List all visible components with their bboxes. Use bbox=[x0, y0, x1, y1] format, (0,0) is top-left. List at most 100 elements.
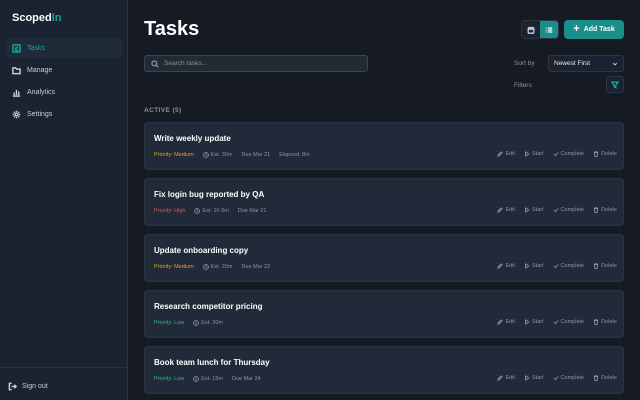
edit-label: Edit bbox=[505, 151, 515, 157]
play-icon bbox=[524, 375, 530, 381]
sidebar-item-analytics[interactable]: Analytics bbox=[6, 82, 122, 102]
delete-label: Delete bbox=[601, 151, 617, 157]
start-label: Start bbox=[531, 319, 544, 325]
task-card[interactable]: Write weekly update Priority: Medium Est… bbox=[144, 122, 624, 170]
edit-button[interactable]: Edit bbox=[497, 319, 515, 325]
task-card[interactable]: Research competitor pricing Priority: Lo… bbox=[144, 290, 624, 338]
complete-label: Complete bbox=[560, 263, 585, 269]
start-label: Start bbox=[531, 207, 544, 213]
start-button[interactable]: Start bbox=[524, 375, 544, 381]
folder-icon bbox=[12, 66, 21, 74]
check-icon bbox=[553, 208, 558, 213]
start-label: Start bbox=[531, 263, 544, 269]
trash-icon bbox=[593, 263, 599, 269]
complete-button[interactable]: Complete bbox=[553, 263, 585, 269]
task-due: Due Mar 22 bbox=[241, 264, 271, 270]
sidebar-item-label: Tasks bbox=[27, 44, 45, 52]
search-box bbox=[144, 55, 368, 72]
search-icon bbox=[151, 59, 159, 68]
sidebar-item-tasks[interactable]: Tasks bbox=[6, 38, 122, 58]
calendar-view-button[interactable] bbox=[522, 21, 540, 38]
pencil-icon bbox=[497, 319, 504, 325]
delete-label: Delete bbox=[601, 319, 617, 325]
task-card[interactable]: Book team lunch for Thursday Priority: L… bbox=[144, 346, 624, 394]
sign-out-icon bbox=[8, 382, 17, 391]
task-title: Research competitor pricing bbox=[154, 302, 263, 311]
pencil-icon bbox=[497, 151, 504, 157]
task-list: Write weekly update Priority: Medium Est… bbox=[144, 122, 624, 400]
task-meta: Priority: Low Est: 15m Due Mar 24 bbox=[154, 376, 270, 382]
delete-button[interactable]: Delete bbox=[593, 207, 617, 213]
task-priority: Priority: High bbox=[154, 208, 186, 214]
edit-button[interactable]: Edit bbox=[497, 151, 515, 157]
sidebar: ScopedIn Tasks Manage Analytics Settings… bbox=[0, 0, 128, 400]
task-card[interactable]: Fix login bug reported by QA Priority: H… bbox=[144, 178, 624, 226]
task-elapsed: Elapsed: 8m bbox=[279, 152, 310, 158]
section-label-active: ACTIVE (5) bbox=[144, 107, 182, 114]
start-button[interactable]: Start bbox=[524, 319, 544, 325]
sign-out-button[interactable]: Sign out bbox=[8, 382, 48, 391]
sign-out-label: Sign out bbox=[22, 383, 48, 390]
clock-icon bbox=[193, 320, 200, 326]
complete-label: Complete bbox=[560, 319, 585, 325]
brand-logo[interactable]: ScopedIn bbox=[12, 12, 62, 24]
delete-button[interactable]: Delete bbox=[593, 151, 617, 157]
pencil-icon bbox=[497, 263, 504, 269]
task-meta: Priority: Low Est: 30m bbox=[154, 320, 232, 326]
play-icon bbox=[524, 207, 530, 213]
sort-select-value: Newest First bbox=[554, 60, 591, 67]
add-task-button[interactable]: + Add Task bbox=[564, 20, 624, 39]
clock-icon bbox=[202, 264, 209, 270]
task-priority: Priority: Medium bbox=[154, 264, 194, 270]
task-title: Update onboarding copy bbox=[154, 246, 249, 255]
task-priority: Priority: Medium bbox=[154, 152, 194, 158]
start-button[interactable]: Start bbox=[524, 151, 544, 157]
edit-label: Edit bbox=[505, 263, 515, 269]
filter-icon bbox=[611, 81, 619, 89]
pencil-icon bbox=[497, 375, 504, 381]
sidebar-item-label: Settings bbox=[27, 110, 53, 118]
plus-icon: + bbox=[573, 23, 580, 35]
edit-button[interactable]: Edit bbox=[497, 263, 515, 269]
check-icon bbox=[553, 152, 558, 157]
task-estimate-value: Est: 1h 0m bbox=[202, 208, 229, 214]
sort-label: Sort by bbox=[514, 60, 535, 67]
task-card[interactable]: Update onboarding copy Priority: Medium … bbox=[144, 234, 624, 282]
sidebar-nav: Tasks Manage Analytics Settings bbox=[6, 38, 122, 126]
task-priority: Priority: Low bbox=[154, 376, 185, 382]
sort-select[interactable]: Newest First bbox=[548, 55, 624, 72]
sidebar-item-settings[interactable]: Settings bbox=[6, 104, 122, 124]
start-label: Start bbox=[531, 375, 544, 381]
edit-label: Edit bbox=[505, 207, 515, 213]
delete-button[interactable]: Delete bbox=[593, 263, 617, 269]
edit-button[interactable]: Edit bbox=[497, 207, 515, 213]
start-button[interactable]: Start bbox=[524, 207, 544, 213]
trash-icon bbox=[593, 375, 599, 381]
delete-button[interactable]: Delete bbox=[593, 319, 617, 325]
search-input[interactable] bbox=[164, 60, 354, 67]
edit-button[interactable]: Edit bbox=[497, 375, 515, 381]
sidebar-item-manage[interactable]: Manage bbox=[6, 60, 122, 80]
bar-chart-icon bbox=[12, 89, 21, 97]
filter-button[interactable] bbox=[606, 76, 624, 93]
complete-button[interactable]: Complete bbox=[553, 375, 585, 381]
complete-button[interactable]: Complete bbox=[553, 151, 584, 157]
gear-icon bbox=[12, 110, 21, 118]
complete-button[interactable]: Complete bbox=[553, 319, 585, 325]
task-title: Book team lunch for Thursday bbox=[154, 358, 270, 367]
task-actions: Edit Start Complete Delete bbox=[488, 263, 617, 269]
start-button[interactable]: Start bbox=[524, 263, 544, 269]
complete-label: Complete bbox=[560, 375, 585, 381]
list-view-button[interactable] bbox=[540, 21, 558, 38]
complete-button[interactable]: Complete bbox=[553, 207, 585, 213]
task-due: Due Mar 21 bbox=[237, 208, 267, 214]
delete-label: Delete bbox=[601, 375, 617, 381]
trash-icon bbox=[593, 319, 599, 325]
page-title: Tasks bbox=[144, 18, 200, 40]
complete-label: Complete bbox=[560, 207, 585, 213]
main-content: Tasks + Add Task Sort by Newest First Fi… bbox=[128, 0, 640, 400]
delete-button[interactable]: Delete bbox=[593, 375, 617, 381]
clock-icon bbox=[202, 152, 209, 158]
task-meta: Priority: High Est: 1h 0m Due Mar 21 bbox=[154, 208, 276, 214]
task-estimate: Est: 30m bbox=[202, 152, 232, 158]
